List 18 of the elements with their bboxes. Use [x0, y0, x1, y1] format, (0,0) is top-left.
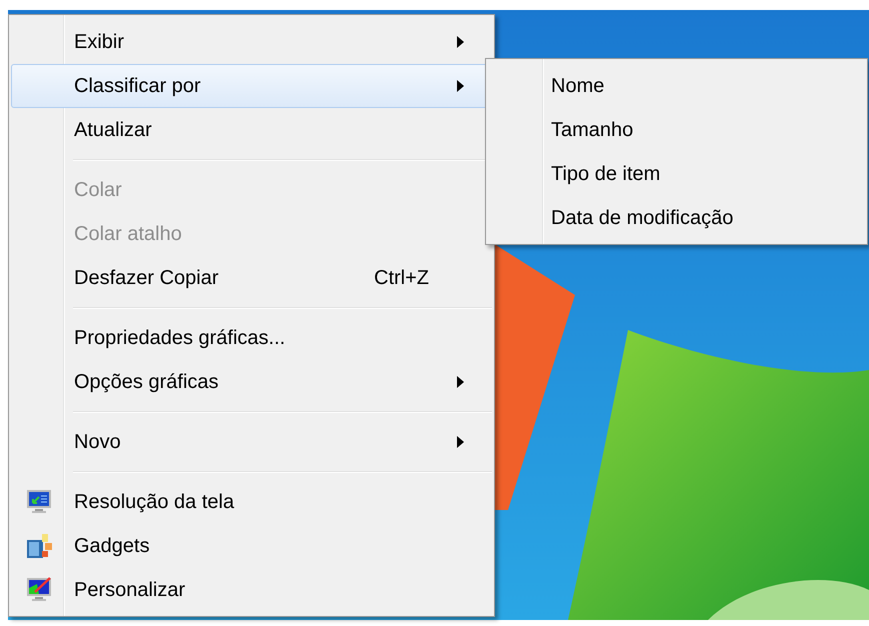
menu-item[interactable]: Tamanho [488, 108, 865, 152]
submenu-arrow-icon [457, 80, 464, 92]
gadgets-icon [25, 532, 53, 560]
menu-item[interactable]: Propriedades gráficas... [11, 316, 492, 360]
menu-item[interactable]: Personalizar [11, 568, 492, 612]
menu-item[interactable]: Gadgets [11, 524, 492, 568]
menu-item[interactable]: Resolução da tela [11, 480, 492, 524]
menu-item[interactable]: Novo [11, 420, 492, 464]
submenu-arrow-icon [457, 36, 464, 48]
menu-item[interactable]: Desfazer Copiar Ctrl+Z [11, 256, 492, 300]
menu-item[interactable]: Data de modificação [488, 196, 865, 240]
submenu-arrow-icon [457, 376, 464, 388]
submenu-arrow-icon [457, 436, 464, 448]
monitor-icon [25, 488, 53, 516]
menu-item[interactable]: Opções gráficas [11, 360, 492, 404]
personalize-monitor-icon [25, 576, 53, 604]
menu-item[interactable]: Exibir [11, 20, 492, 64]
menu-item[interactable]: Tipo de item [488, 152, 865, 196]
